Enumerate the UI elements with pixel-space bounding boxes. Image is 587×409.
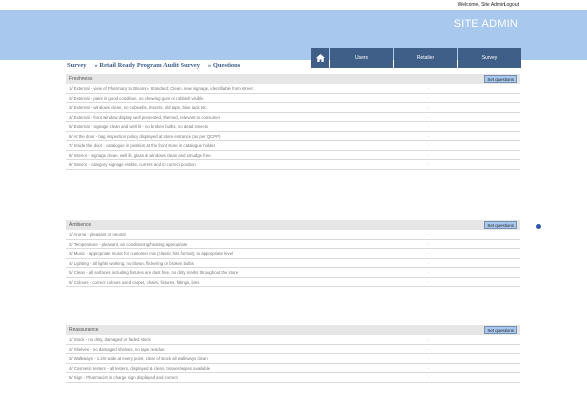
table-row: 6/ Colours - correct colours used carpet… [66, 278, 520, 287]
answer-value: - [428, 86, 430, 91]
question-text: 1/ External - view of Pharmacy to Bloomo… [69, 86, 253, 91]
logout-link[interactable]: Logout [504, 2, 519, 8]
question-text: 5/ Clean - all surfaces including fixtur… [69, 270, 239, 275]
section-reassurance: Reassurance Set questions 1/ Stock - no … [66, 325, 520, 383]
table-row: 5/ Sign - Pharmacist in charge sign disp… [66, 373, 520, 383]
table-row: 3/ Music - appropriate music for custome… [66, 249, 520, 259]
table-row: 4/ Cosmetic testers - all testers, displ… [66, 364, 520, 373]
question-text: 5/ External - signage clean and well lit… [69, 124, 209, 129]
question-text: 1/ Stock - no dirty, damaged or faded st… [69, 337, 151, 342]
question-text: 4/ Cosmetic testers - all testers, displ… [69, 365, 211, 371]
section-title: Reassurance [69, 327, 99, 333]
answer-value: - [428, 260, 430, 266]
subnav: Survey » Retail Ready Program Audit Surv… [0, 60, 587, 74]
question-text: 2/ Temperature - pleasant, air condition… [69, 241, 188, 247]
question-text: 7/ Inside the door - catalogue in positi… [69, 143, 216, 148]
section-freshness: Freshness Set questions 1/ External - vi… [66, 74, 520, 170]
section-title: Ambience [69, 222, 92, 228]
answer-value: - [428, 251, 430, 256]
site-header: SITE ADMIN Users Retailer Survey [0, 10, 587, 68]
table-row: 3/ Walkways - 1.2m wide at every point, … [66, 354, 520, 364]
set-questions-button[interactable]: Set questions [484, 75, 517, 83]
answer-value: - [428, 346, 430, 352]
answer-value: - [428, 114, 430, 120]
table-row: 5/ External - signage clean and well lit… [66, 122, 520, 132]
question-text: 3/ Music - appropriate music for custome… [69, 251, 234, 256]
answer-value: - [428, 124, 430, 129]
answer-value: - [428, 365, 430, 371]
breadcrumb-survey[interactable]: Survey [67, 62, 87, 69]
question-text: 6/ At the door - bag inspection policy d… [69, 133, 221, 139]
welcome-text: Welcome, Site Admin [457, 2, 505, 8]
top-bar: Welcome, Site Admin Logout [0, 0, 587, 10]
breadcrumb-questions: » Questions [208, 62, 241, 69]
table-row: 6/ At the door - bag inspection policy d… [66, 132, 520, 141]
question-text: 3/ External - windows clean, no cobwebs,… [69, 105, 208, 110]
set-questions-button[interactable]: Set questions [484, 221, 517, 229]
breadcrumb-audit-survey[interactable]: » Retail Ready Program Audit Survey [95, 62, 201, 69]
set-questions-button[interactable]: Set questions [484, 326, 517, 334]
table-row: 1/ External - view of Pharmacy to Bloomo… [66, 84, 520, 94]
question-text: 8/ Interior - signage clean, well lit, g… [69, 152, 212, 158]
question-text: 3/ Walkways - 1.2m wide at every point, … [69, 356, 208, 361]
answer-value: - [428, 152, 430, 158]
answer-value: - [428, 356, 430, 361]
answer-value: - [428, 375, 430, 380]
question-text: 9/ Interior - category signage visible, … [69, 162, 196, 167]
table-row: 7/ Inside the door - catalogue in positi… [66, 141, 520, 151]
section-title: Freshness [69, 76, 93, 82]
table-row: 2/ External - paint in good condition, n… [66, 94, 520, 103]
site-title: SITE ADMIN [453, 18, 518, 30]
section-header: Ambience Set questions [66, 220, 520, 230]
breadcrumb: Survey » Retail Ready Program Audit Surv… [67, 62, 248, 69]
answer-value: - [428, 232, 430, 237]
table-row: 3/ External - windows clean, no cobwebs,… [66, 103, 520, 113]
table-row: 2/ Shelves - no damaged shelves, no tape… [66, 345, 520, 354]
question-text: 1/ Aroma - pleasant or neutral [69, 232, 126, 237]
answer-value: - [428, 337, 430, 342]
table-row: 5/ Clean - all surfaces including fixtur… [66, 268, 520, 278]
question-text: 4/ External - front window display well … [69, 114, 221, 120]
table-row: 9/ Interior - category signage visible, … [66, 160, 520, 170]
question-text: 2/ External - paint in good condition, n… [69, 95, 204, 101]
answer-value: - [428, 133, 430, 139]
table-row: 8/ Interior - signage clean, well lit, g… [66, 151, 520, 160]
answer-value: - [428, 105, 430, 110]
question-text: 6/ Colours - correct colours used carpet… [69, 279, 200, 285]
scroll-indicator-dot [536, 224, 541, 229]
table-row: 2/ Temperature - pleasant, air condition… [66, 240, 520, 249]
question-text: 2/ Shelves - no damaged shelves, no tape… [69, 346, 166, 352]
answer-value: - [428, 143, 430, 148]
table-row: 1/ Aroma - pleasant or neutral - [66, 230, 520, 240]
section-header: Reassurance Set questions [66, 325, 520, 335]
section-header: Freshness Set questions [66, 74, 520, 84]
answer-value: - [428, 162, 430, 167]
table-row: 1/ Stock - no dirty, damaged or faded st… [66, 335, 520, 345]
table-row: 4/ Lighting - all lights working, no blo… [66, 259, 520, 268]
answer-value: - [428, 241, 430, 247]
section-ambience: Ambience Set questions 1/ Aroma - pleasa… [66, 220, 520, 287]
question-text: 5/ Sign - Pharmacist in charge sign disp… [69, 375, 178, 380]
answer-value: - [428, 95, 430, 101]
answer-value: - [428, 270, 430, 275]
answer-value: - [428, 279, 430, 285]
question-text: 4/ Lighting - all lights working, no blo… [69, 260, 194, 266]
table-row: 4/ External - front window display well … [66, 113, 520, 122]
